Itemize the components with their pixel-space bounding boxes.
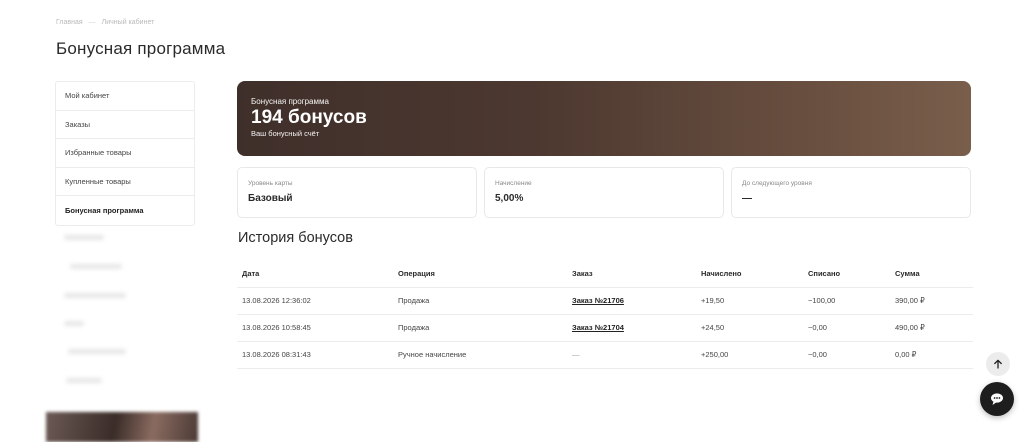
stat-value: 5,00% [495, 193, 524, 204]
cell-date: 13.08.2026 12:36:02 [237, 287, 393, 315]
stat-card-next-level: До следующего уровня — [731, 167, 971, 218]
cell-date: 13.08.2026 10:58:45 [237, 314, 393, 342]
cell-debited: −100,00 [803, 287, 890, 315]
sidebar-nav: Мой кабинет Заказы Избранные товары Купл… [55, 81, 195, 226]
cell-sum: 490,00 ₽ [890, 314, 973, 342]
table-row: 13.08.2026 08:31:43 Ручное начисление — … [237, 341, 973, 369]
table-row: 13.08.2026 12:36:02 Продажа Заказ №21706… [237, 287, 973, 315]
blurred-sidebar-area [56, 225, 194, 400]
chat-icon [991, 393, 1003, 405]
arrow-up-icon [994, 359, 1002, 369]
stat-value: Базовый [248, 193, 293, 204]
breadcrumb-separator: — [88, 19, 96, 26]
sidebar-item-orders[interactable]: Заказы [56, 111, 194, 140]
breadcrumb: Главная — Личный кабинет [56, 19, 154, 26]
stat-value: — [742, 193, 752, 204]
stat-label: Начисление [495, 180, 532, 187]
page-title: Бонусная программа [56, 39, 226, 58]
column-header-order: Заказ [567, 261, 696, 288]
stat-card-accrual: Начисление 5,00% [484, 167, 724, 218]
scroll-to-top-button[interactable] [986, 352, 1010, 376]
sidebar-item-bonus-program[interactable]: Бонусная программа [56, 196, 194, 225]
column-header-credited: Начислено [696, 261, 803, 288]
history-title: История бонусов [238, 230, 353, 246]
cell-order: — [567, 341, 696, 369]
cell-sum: 0,00 ₽ [890, 341, 973, 369]
table-row: 13.08.2026 10:58:45 Продажа Заказ №21704… [237, 314, 973, 342]
cell-credited: +24,50 [696, 314, 803, 342]
chat-button[interactable] [980, 382, 1014, 416]
column-header-operation: Операция [393, 261, 567, 288]
banner-subtitle: Ваш бонусный счёт [251, 128, 320, 138]
sidebar-item-favorites[interactable]: Избранные товары [56, 139, 194, 168]
table-header-row: Дата Операция Заказ Начислено Списано Су… [237, 261, 973, 288]
order-link[interactable]: Заказ №21704 [567, 314, 696, 342]
column-header-sum: Сумма [890, 261, 973, 288]
banner-label: Бонусная программа [251, 97, 329, 106]
column-header-debited: Списано [803, 261, 890, 288]
cell-credited: +250,00 [696, 341, 803, 369]
stat-label: Уровень карты [248, 180, 293, 187]
bonus-balance-banner: Бонусная программа 194 бонусов Ваш бонус… [237, 81, 971, 156]
cell-debited: −0,00 [803, 314, 890, 342]
cell-operation: Продажа [393, 314, 567, 342]
bonus-history-table: Дата Операция Заказ Начислено Списано Су… [237, 261, 973, 369]
cell-credited: +19,50 [696, 287, 803, 315]
cell-operation: Продажа [393, 287, 567, 315]
order-link[interactable]: Заказ №21706 [567, 287, 696, 315]
column-header-date: Дата [237, 261, 393, 288]
stat-label: До следующего уровня [742, 180, 812, 187]
breadcrumb-home[interactable]: Главная [56, 19, 83, 26]
sidebar-item-purchased[interactable]: Купленные товары [56, 168, 194, 197]
stat-card-card-level: Уровень карты Базовый [237, 167, 477, 218]
promo-image [46, 412, 198, 442]
cell-date: 13.08.2026 08:31:43 [237, 341, 393, 369]
sidebar-item-my-account[interactable]: Мой кабинет [56, 82, 194, 111]
bonus-balance-value: 194 бонусов [251, 107, 367, 128]
breadcrumb-current[interactable]: Личный кабинет [102, 19, 155, 26]
cell-debited: −0,00 [803, 341, 890, 369]
cell-operation: Ручное начисление [393, 341, 567, 369]
cell-sum: 390,00 ₽ [890, 287, 973, 315]
